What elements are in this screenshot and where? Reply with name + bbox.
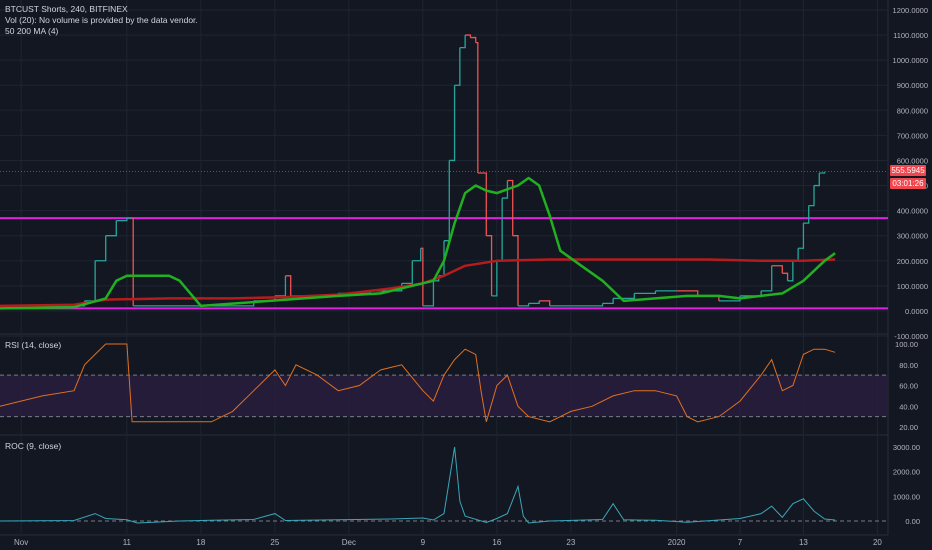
y-tick-label: 1100.0000 xyxy=(893,31,928,40)
last-price-tag: 555.5945 xyxy=(890,165,926,176)
rsi-tick-label: 100.00 xyxy=(895,340,918,349)
y-tick-label: 100.0000 xyxy=(897,282,928,291)
y-tick-label: 800.0000 xyxy=(897,106,928,115)
x-tick-label: 25 xyxy=(270,538,279,547)
rsi-legend[interactable]: RSI (14, close) xyxy=(5,340,61,350)
rsi-tick-label: 60.00 xyxy=(899,382,918,391)
roc-tick-label: 0.00 xyxy=(905,517,920,526)
x-tick-label: 16 xyxy=(492,538,501,547)
rsi-tick-label: 80.00 xyxy=(899,361,918,370)
roc-tick-label: 1000.00 xyxy=(893,492,920,501)
roc-tick-label: 2000.00 xyxy=(893,468,920,477)
roc-legend[interactable]: ROC (9, close) xyxy=(5,441,61,451)
y-tick-label: 400.0000 xyxy=(897,207,928,216)
rsi-tick-label: 20.00 xyxy=(899,423,918,432)
y-tick-label: 1000.0000 xyxy=(893,56,928,65)
x-tick-label: 20 xyxy=(873,538,882,547)
rsi-tick-label: 40.00 xyxy=(899,402,918,411)
y-tick-label: 0.0000 xyxy=(905,307,928,316)
x-tick-label: 13 xyxy=(799,538,808,547)
volume-note: Vol (20): No volume is provided by the d… xyxy=(5,15,198,25)
chart-canvas[interactable]: Nov 11 18 25 Dec 9 16 23 2020 7 13 20 1200.0000 1100.… xyxy=(0,0,932,550)
x-tick-label: Nov xyxy=(14,538,28,547)
ma-legend[interactable]: 50 200 MA (4) xyxy=(5,26,58,36)
y-tick-label: 700.0000 xyxy=(897,131,928,140)
x-tick-label: 2020 xyxy=(668,538,686,547)
x-tick-label: 11 xyxy=(123,538,132,547)
y-tick-label: 200.0000 xyxy=(897,257,928,266)
roc-tick-label: 3000.00 xyxy=(893,443,920,452)
rsi-band xyxy=(0,375,888,417)
y-tick-label: 900.0000 xyxy=(897,81,928,90)
x-tick-label: 23 xyxy=(566,538,575,547)
x-tick-label: 7 xyxy=(738,538,743,547)
y-tick-label: 1200.0000 xyxy=(893,6,928,15)
x-tick-label: 18 xyxy=(196,538,205,547)
countdown-tag: 03:01:26 xyxy=(890,178,926,189)
y-tick-label: 300.0000 xyxy=(897,232,928,241)
chart-title: BTCUST Shorts, 240, BITFINEX xyxy=(5,4,128,14)
x-tick-label: Dec xyxy=(342,538,356,547)
x-tick-label: 9 xyxy=(421,538,426,547)
